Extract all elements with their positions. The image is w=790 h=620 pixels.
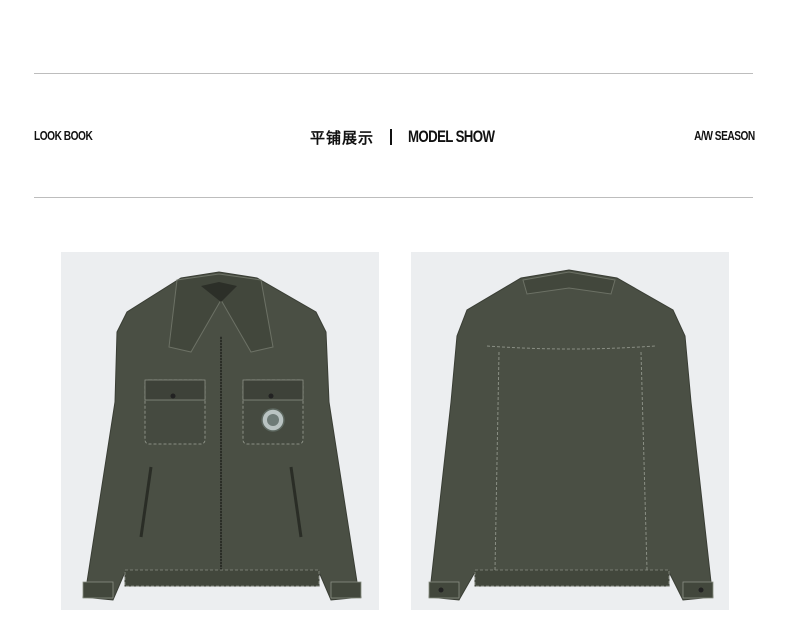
jacket-back-image: [411, 252, 729, 610]
season-label: A/W SEASON: [694, 128, 755, 143]
section-title-english: MODEL SHOW: [408, 127, 495, 146]
bottom-divider-line: [34, 197, 753, 198]
section-title: 平铺展示 MODEL SHOW: [310, 124, 519, 150]
section-header: LOOK BOOK 平铺展示 MODEL SHOW A/W SEASON: [34, 124, 755, 150]
jacket-body: [428, 269, 714, 601]
top-divider-line: [34, 73, 753, 74]
lookbook-label: LOOK BOOK: [34, 128, 93, 143]
jacket-front-image: [61, 252, 379, 610]
section-title-chinese: 平铺展示: [310, 128, 375, 147]
title-separator: [390, 129, 393, 145]
